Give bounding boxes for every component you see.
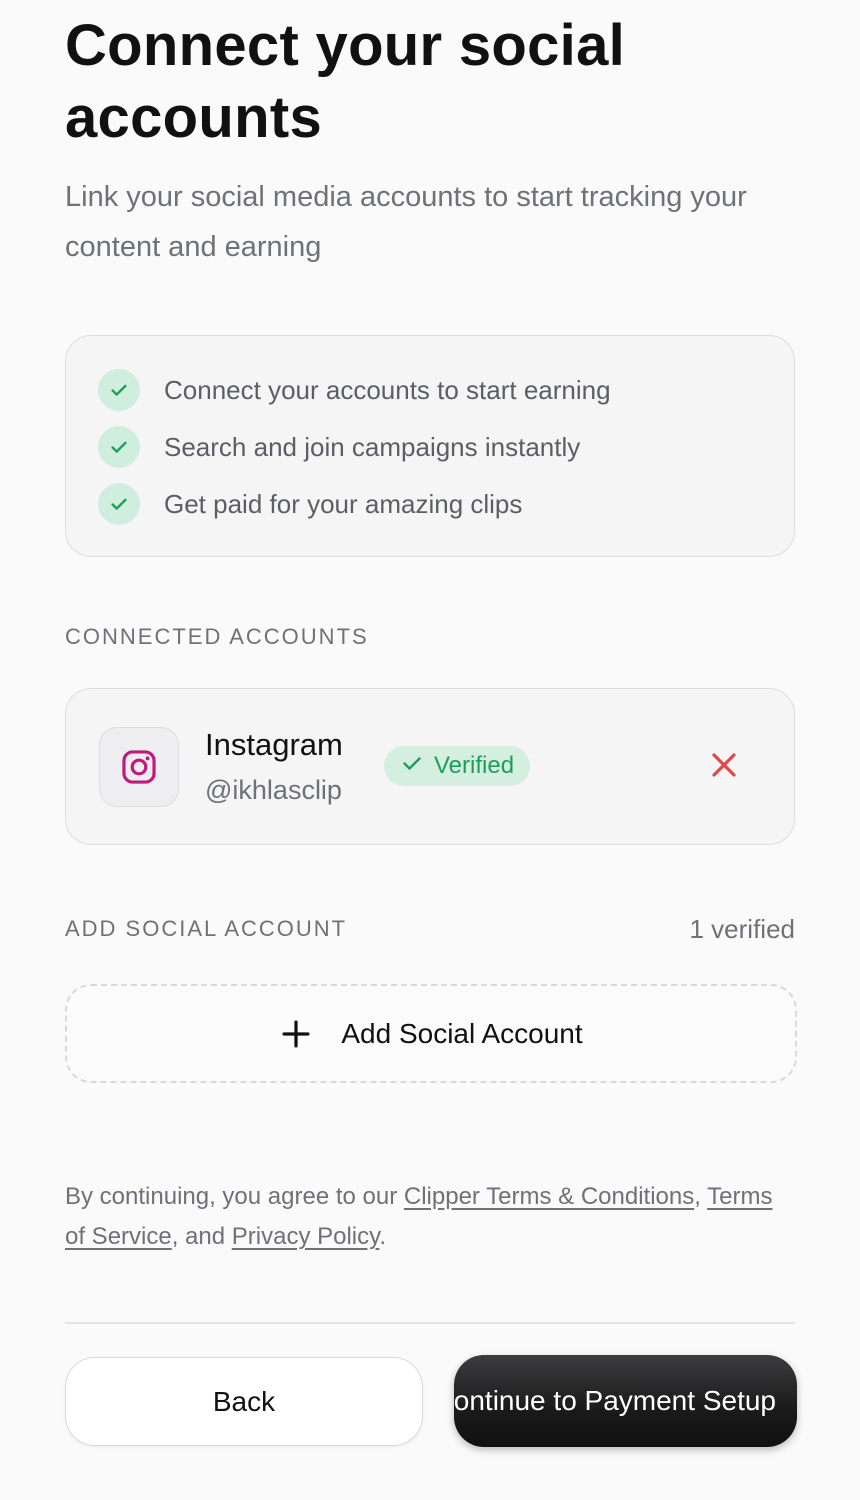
account-handle: @ikhlasclip bbox=[205, 775, 342, 805]
legal-separator: , and bbox=[171, 1223, 232, 1250]
benefit-item: Get paid for your amazing clips bbox=[98, 483, 522, 525]
footer-divider bbox=[65, 1322, 795, 1324]
back-button[interactable]: Back bbox=[65, 1357, 423, 1446]
benefit-text: Connect your accounts to start earning bbox=[164, 374, 611, 405]
benefits-card: Connect your accounts to start earning S… bbox=[65, 335, 795, 557]
plus-icon bbox=[279, 1017, 313, 1051]
check-icon bbox=[98, 369, 140, 411]
verified-badge: Verified bbox=[384, 746, 531, 786]
continue-to-payment-button[interactable]: Continue to Payment Setup bbox=[454, 1355, 797, 1447]
legal-prefix: By continuing, you agree to our bbox=[65, 1183, 404, 1210]
add-social-account-label: Add Social Account bbox=[341, 1017, 583, 1049]
benefit-text: Search and join campaigns instantly bbox=[164, 431, 581, 462]
legal-separator: , bbox=[694, 1183, 708, 1210]
benefit-item: Connect your accounts to start earning bbox=[98, 369, 611, 411]
connected-accounts-heading: CONNECTED ACCOUNTS bbox=[65, 624, 369, 649]
close-icon bbox=[709, 750, 739, 785]
check-icon bbox=[98, 483, 140, 525]
remove-account-button[interactable] bbox=[702, 745, 746, 789]
check-icon bbox=[98, 426, 140, 468]
privacy-policy-link[interactable]: Privacy Policy bbox=[232, 1223, 380, 1250]
add-social-account-button[interactable]: Add Social Account bbox=[65, 984, 797, 1083]
legal-suffix: . bbox=[379, 1223, 387, 1250]
legal-notice: By continuing, you agree to our Clipper … bbox=[65, 1177, 797, 1257]
benefit-text: Get paid for your amazing clips bbox=[164, 488, 523, 519]
check-icon bbox=[400, 751, 424, 782]
continue-button-label: Continue to Payment Setup bbox=[454, 1385, 776, 1416]
page-title: Connect your social accounts bbox=[65, 13, 626, 150]
add-account-heading: ADD SOCIAL ACCOUNT bbox=[65, 916, 348, 941]
page-subtitle: Link your social media accounts to start… bbox=[65, 181, 747, 263]
benefit-item: Search and join campaigns instantly bbox=[98, 426, 580, 468]
verified-count: 1 verified bbox=[689, 914, 796, 944]
clipper-terms-link[interactable]: Clipper Terms & Conditions bbox=[404, 1183, 694, 1210]
connected-account-card: Instagram @ikhlasclip Verified bbox=[65, 688, 795, 845]
account-platform-name: Instagram bbox=[205, 727, 343, 762]
verified-label: Verified bbox=[434, 752, 515, 779]
instagram-icon bbox=[99, 727, 179, 807]
